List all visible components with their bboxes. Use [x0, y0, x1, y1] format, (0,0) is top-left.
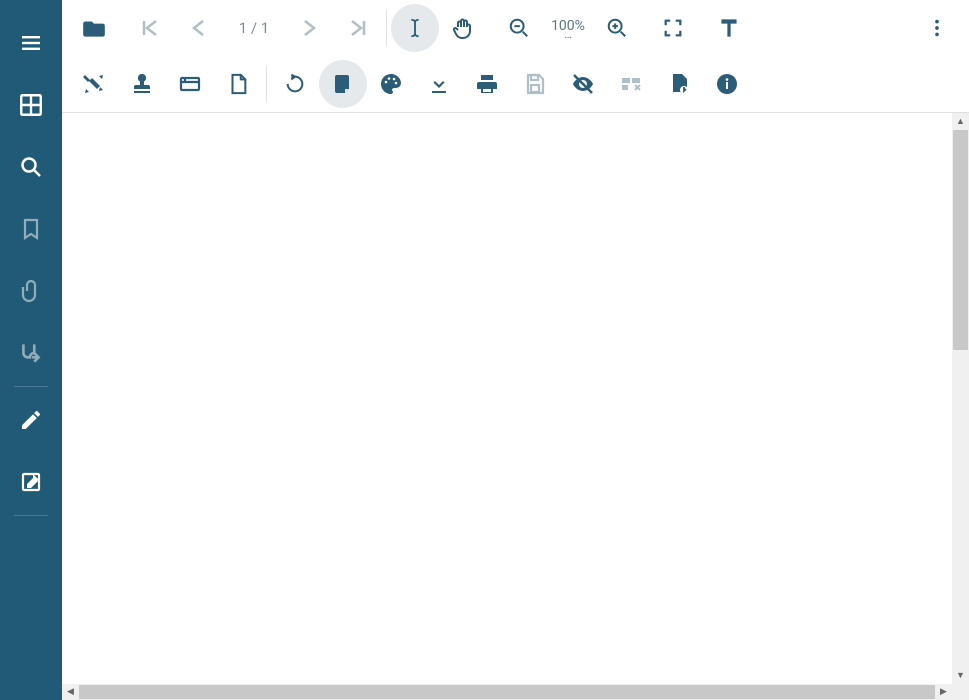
info-button[interactable]	[703, 60, 751, 108]
toolbar-row-1: 1 / 1	[62, 0, 969, 56]
chevron-right-icon	[298, 16, 322, 40]
page-display-icon	[331, 72, 355, 96]
toolbar-separator	[386, 10, 387, 46]
redact-icon	[619, 72, 643, 96]
sidebar-search-button[interactable]	[0, 136, 62, 198]
last-page-button[interactable]	[334, 4, 382, 52]
sidebar-divider	[14, 386, 48, 387]
prev-page-button[interactable]	[174, 4, 222, 52]
page-export-icon	[667, 72, 691, 96]
pencil-icon	[19, 408, 43, 432]
menu-icon	[19, 31, 43, 55]
stamp-icon	[130, 72, 154, 96]
toolbar-separator	[266, 66, 267, 102]
document-viewport[interactable]: ▲ ▼ ◀ ▶	[62, 113, 969, 700]
sidebar-annotate-button[interactable]	[0, 451, 62, 513]
vertical-scrollbar[interactable]: ▲ ▼	[952, 113, 969, 684]
zoom-out-icon	[508, 17, 530, 39]
paperclip-icon	[19, 279, 43, 303]
visibility-off-icon	[571, 72, 595, 96]
save-icon	[523, 72, 547, 96]
more-menu-button[interactable]	[913, 4, 961, 52]
scroll-left-arrow-icon[interactable]: ◀	[62, 684, 79, 700]
page-display-button[interactable]	[319, 60, 367, 108]
blank-page-button[interactable]	[214, 60, 262, 108]
page-indicator[interactable]: 1 / 1	[222, 19, 286, 37]
bookmark-icon	[19, 217, 43, 241]
fullscreen-button[interactable]	[649, 4, 697, 52]
save-button[interactable]	[511, 60, 559, 108]
fullscreen-icon	[662, 17, 684, 39]
ruler-pencil-icon	[82, 72, 106, 96]
sidebar-menu-button[interactable]	[0, 12, 62, 74]
pan-button[interactable]	[439, 4, 487, 52]
reflow-icon	[18, 340, 44, 366]
palette-icon	[379, 72, 403, 96]
zoom-in-icon	[606, 17, 628, 39]
form-fields-button[interactable]	[166, 60, 214, 108]
info-icon	[715, 72, 739, 96]
sidebar-divider	[14, 515, 48, 516]
toolbar: 1 / 1	[62, 0, 969, 113]
stamp-button[interactable]	[118, 60, 166, 108]
form-icon	[178, 72, 202, 96]
zoom-level-dropdown[interactable]: 100% …	[543, 19, 593, 38]
first-page-button[interactable]	[126, 4, 174, 52]
toolbar-row-2	[62, 56, 969, 112]
search-icon	[19, 155, 43, 179]
horizontal-scrollbar[interactable]: ◀ ▶	[62, 684, 952, 700]
print-button[interactable]	[463, 60, 511, 108]
zoom-out-button[interactable]	[495, 4, 543, 52]
rotate-button[interactable]	[271, 60, 319, 108]
scroll-thumb[interactable]	[79, 685, 935, 699]
download-button[interactable]	[415, 60, 463, 108]
main-area: 1 / 1	[62, 0, 969, 700]
hide-annotations-button[interactable]	[559, 60, 607, 108]
print-icon	[475, 72, 499, 96]
sidebar-bookmarks-button[interactable]	[0, 198, 62, 260]
scroll-track[interactable]	[952, 130, 969, 667]
text-tool-button[interactable]	[705, 4, 753, 52]
text-cursor-icon	[404, 17, 426, 39]
scroll-thumb[interactable]	[953, 130, 968, 350]
text-t-icon	[716, 15, 742, 41]
download-icon	[427, 72, 451, 96]
grid-icon	[18, 92, 44, 118]
scroll-up-arrow-icon[interactable]: ▲	[952, 113, 969, 130]
chevron-left-icon	[186, 16, 210, 40]
folder-open-icon	[81, 15, 107, 41]
next-page-button[interactable]	[286, 4, 334, 52]
sidebar-thumbnails-button[interactable]	[0, 74, 62, 136]
sidebar-attachments-button[interactable]	[0, 260, 62, 322]
redact-button[interactable]	[607, 60, 655, 108]
scroll-track[interactable]	[79, 684, 935, 700]
theme-button[interactable]	[367, 60, 415, 108]
scroll-right-arrow-icon[interactable]: ▶	[935, 684, 952, 700]
page-icon	[227, 73, 249, 95]
sidebar-reflow-button[interactable]	[0, 322, 62, 384]
hand-icon	[451, 16, 475, 40]
scrollbar-corner	[952, 684, 969, 700]
first-page-icon	[138, 16, 162, 40]
edit-note-icon	[19, 470, 43, 494]
last-page-icon	[346, 16, 370, 40]
scroll-down-arrow-icon[interactable]: ▼	[952, 667, 969, 684]
open-file-button[interactable]	[70, 4, 118, 52]
drawing-tools-button[interactable]	[70, 60, 118, 108]
select-text-button[interactable]	[391, 4, 439, 52]
zoom-in-button[interactable]	[593, 4, 641, 52]
export-page-button[interactable]	[655, 60, 703, 108]
sidebar-edit-button[interactable]	[0, 389, 62, 451]
sidebar	[0, 0, 62, 700]
rotate-icon	[284, 73, 306, 95]
more-vertical-icon	[926, 17, 948, 39]
